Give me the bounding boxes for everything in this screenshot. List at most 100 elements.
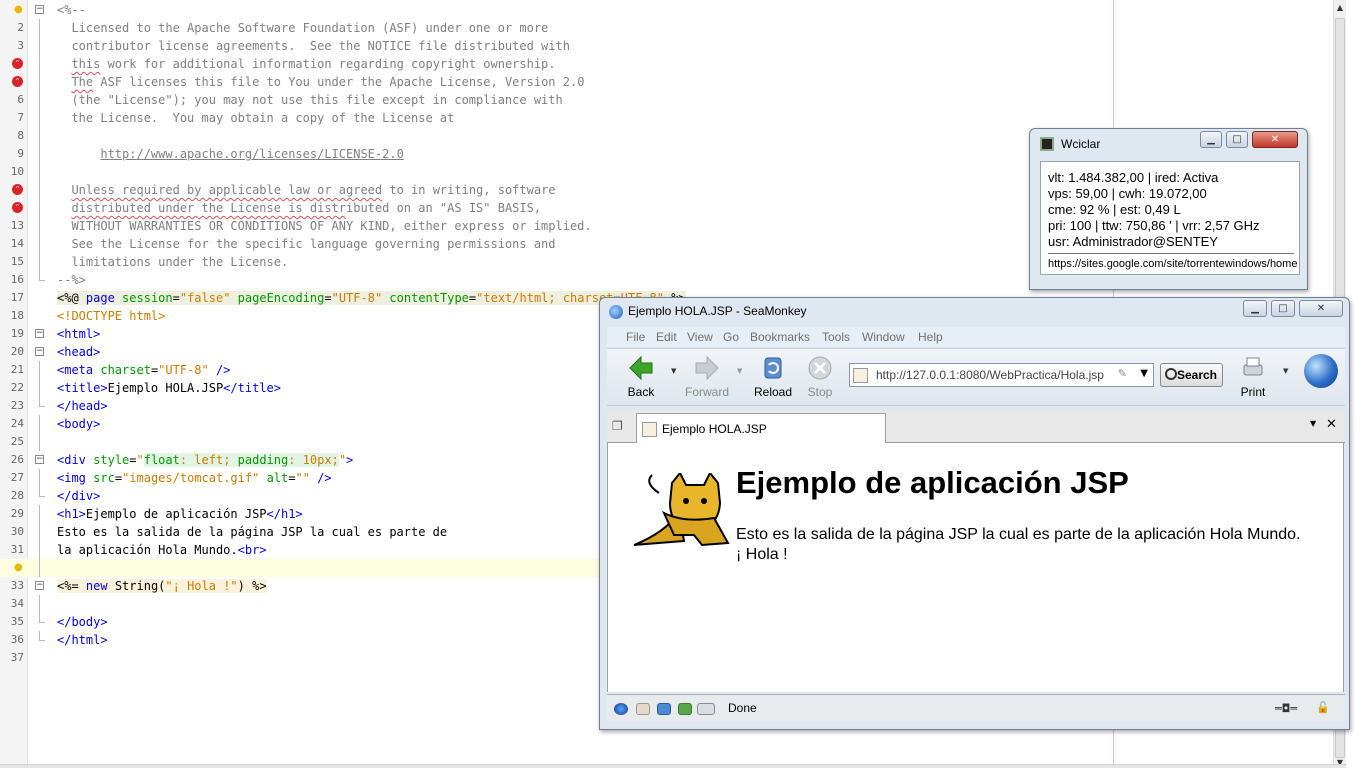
- hint-lightbulb-icon[interactable]: ●: [14, 562, 23, 573]
- code-text[interactable]: Licensed to the Apache Software Foundati…: [57, 19, 548, 37]
- code-line[interactable]: ⌃ this work for additional information r…: [0, 55, 1333, 73]
- code-text[interactable]: contributor license agreements. See the …: [57, 37, 570, 55]
- menu-file[interactable]: File: [626, 330, 645, 344]
- menu-help[interactable]: Help: [918, 330, 943, 344]
- security-lock-icon[interactable]: 🔓: [1316, 701, 1330, 714]
- code-text[interactable]: WITHOUT WARRANTIES OR CONDITIONS OF ANY …: [57, 217, 591, 235]
- code-text[interactable]: <h1>Ejemplo de aplicación JSP</h1>: [57, 505, 303, 523]
- code-text[interactable]: <%@ page session="false" pageEncoding="U…: [57, 289, 686, 307]
- forward-button[interactable]: Forward: [682, 353, 732, 403]
- code-line[interactable]: ⌃ The ASF licenses this file to You unde…: [0, 73, 1333, 91]
- code-text[interactable]: la aplicación Hola Mundo.<br>: [57, 541, 267, 559]
- code-text[interactable]: <html>: [57, 325, 100, 343]
- code-text[interactable]: <img src="images/tomcat.gif" alt="" />: [57, 469, 332, 487]
- code-line[interactable]: 7 the License. You may obtain a copy of …: [0, 109, 1333, 127]
- fold-line: [39, 361, 40, 379]
- code-text[interactable]: See the License for the specific languag…: [57, 235, 555, 253]
- line-number: 27: [10, 471, 24, 484]
- code-text[interactable]: <!DOCTYPE html>: [57, 307, 165, 325]
- back-button[interactable]: Back: [616, 353, 666, 403]
- menu-view[interactable]: View: [687, 330, 713, 344]
- code-line[interactable]: 3 contributor license agreements. See th…: [0, 37, 1333, 55]
- close-button[interactable]: ✕: [1299, 300, 1343, 317]
- code-text[interactable]: <%--: [57, 1, 86, 19]
- url-dropdown-icon[interactable]: ▼: [1140, 368, 1148, 379]
- menu-go[interactable]: Go: [723, 330, 739, 344]
- bookmark-pin-icon[interactable]: ✎: [1118, 367, 1127, 380]
- code-text[interactable]: <title>Ejemplo HOLA.JSP</title>: [57, 379, 281, 397]
- code-text[interactable]: limitations under the License.: [57, 253, 288, 271]
- composer-icon[interactable]: [678, 703, 692, 715]
- reload-button[interactable]: Reload: [748, 353, 798, 403]
- menu-edit[interactable]: Edit: [656, 330, 677, 344]
- fold-toggle-icon[interactable]: −: [35, 455, 44, 464]
- code-text[interactable]: </div>: [57, 487, 100, 505]
- code-text[interactable]: http://www.apache.org/licenses/LICENSE-2…: [57, 145, 403, 163]
- fold-end-marker: [39, 631, 45, 641]
- error-marker-icon[interactable]: ⌃: [12, 76, 23, 87]
- online-status-icon[interactable]: ═◘═: [1275, 702, 1297, 715]
- print-button[interactable]: Print: [1228, 353, 1278, 403]
- code-text[interactable]: <div style="float: left; padding: 10px;"…: [57, 451, 353, 469]
- fold-toggle-icon[interactable]: −: [35, 347, 44, 356]
- code-line[interactable]: 6 (the "License"); you may not use this …: [0, 91, 1333, 109]
- error-marker-icon[interactable]: ⌃: [12, 184, 23, 195]
- print-dropdown-icon[interactable]: ▼: [1283, 367, 1288, 375]
- hint-lightbulb-icon[interactable]: ●: [14, 4, 23, 15]
- code-text[interactable]: <meta charset="UTF-8" />: [57, 361, 230, 379]
- wciclar-window[interactable]: Wciclar ▁ □ ✕ vlt: 1.484.382,00 | ired: …: [1029, 128, 1308, 290]
- url-text[interactable]: http://127.0.0.1:8080/WebPractica/Hola.j…: [876, 368, 1104, 382]
- code-text[interactable]: <body>: [57, 415, 100, 433]
- close-button[interactable]: ✕: [1252, 131, 1298, 148]
- close-tab-icon[interactable]: ✕: [1326, 417, 1337, 432]
- code-text[interactable]: <%= new String("¡ Hola !") %>: [57, 577, 267, 595]
- code-text[interactable]: </body>: [57, 613, 108, 631]
- code-text[interactable]: <head>: [57, 343, 100, 361]
- url-bar[interactable]: http://127.0.0.1:8080/WebPractica/Hola.j…: [849, 363, 1154, 387]
- chat-icon[interactable]: [657, 703, 671, 715]
- code-text[interactable]: this work for additional information reg…: [57, 55, 555, 73]
- error-marker-icon[interactable]: ⌃: [12, 58, 23, 69]
- forward-dropdown-icon[interactable]: ▼: [737, 367, 742, 375]
- fold-toggle-icon[interactable]: −: [35, 581, 44, 590]
- wciclar-link[interactable]: https://sites.google.com/site/torrentewi…: [1048, 258, 1297, 270]
- fold-toggle-icon[interactable]: −: [35, 5, 44, 14]
- maximize-button[interactable]: □: [1271, 300, 1295, 317]
- code-text[interactable]: </head>: [57, 397, 108, 415]
- menu-window[interactable]: Window: [862, 330, 905, 344]
- code-line[interactable]: 2 Licensed to the Apache Software Founda…: [0, 19, 1333, 37]
- code-text[interactable]: --%>: [57, 271, 86, 289]
- maximize-button[interactable]: □: [1226, 131, 1248, 148]
- seamonkey-window[interactable]: Ejemplo HOLA.JSP - SeaMonkey ▁ □ ✕ File …: [599, 297, 1350, 730]
- fold-line: [39, 73, 40, 91]
- seamonkey-logo-icon[interactable]: [1304, 354, 1338, 388]
- tab-list-icon[interactable]: ▼: [1310, 419, 1316, 428]
- stop-icon: [808, 356, 832, 380]
- minimize-button[interactable]: ▁: [1243, 300, 1267, 317]
- browser-icon[interactable]: [614, 703, 628, 715]
- menu-tools[interactable]: Tools: [822, 330, 850, 344]
- code-line[interactable]: ● − <%--: [0, 1, 1333, 19]
- back-dropdown-icon[interactable]: ▼: [671, 367, 676, 375]
- line-number: 2: [17, 21, 24, 34]
- stop-button[interactable]: Stop: [795, 353, 845, 403]
- scroll-up-arrow-icon[interactable]: ▲: [1334, 0, 1346, 16]
- tab-ejemplo-hola[interactable]: Ejemplo HOLA.JSP: [636, 413, 886, 443]
- code-text[interactable]: Esto es la salida de la página JSP la cu…: [57, 523, 447, 541]
- address-book-icon[interactable]: [697, 703, 715, 715]
- fold-toggle-icon[interactable]: −: [35, 329, 44, 338]
- menu-bookmarks[interactable]: Bookmarks: [750, 330, 810, 344]
- code-text[interactable]: </html>: [57, 631, 108, 649]
- fold-line: [39, 541, 40, 559]
- mail-icon[interactable]: [636, 703, 650, 715]
- hola-text: ¡ Hola !: [736, 546, 788, 563]
- code-text[interactable]: the License. You may obtain a copy of th…: [57, 109, 454, 127]
- code-text[interactable]: (the "License"); you may not use this fi…: [57, 91, 562, 109]
- minimize-button[interactable]: ▁: [1200, 131, 1222, 148]
- code-text[interactable]: The ASF licenses this file to You under …: [57, 73, 584, 91]
- new-tab-icon[interactable]: ❐: [612, 419, 628, 435]
- code-text[interactable]: Unless required by applicable law or agr…: [57, 181, 555, 199]
- code-text[interactable]: distributed under the License is distrib…: [57, 199, 541, 217]
- error-marker-icon[interactable]: ⌃: [12, 202, 23, 213]
- search-button[interactable]: Search: [1160, 363, 1223, 387]
